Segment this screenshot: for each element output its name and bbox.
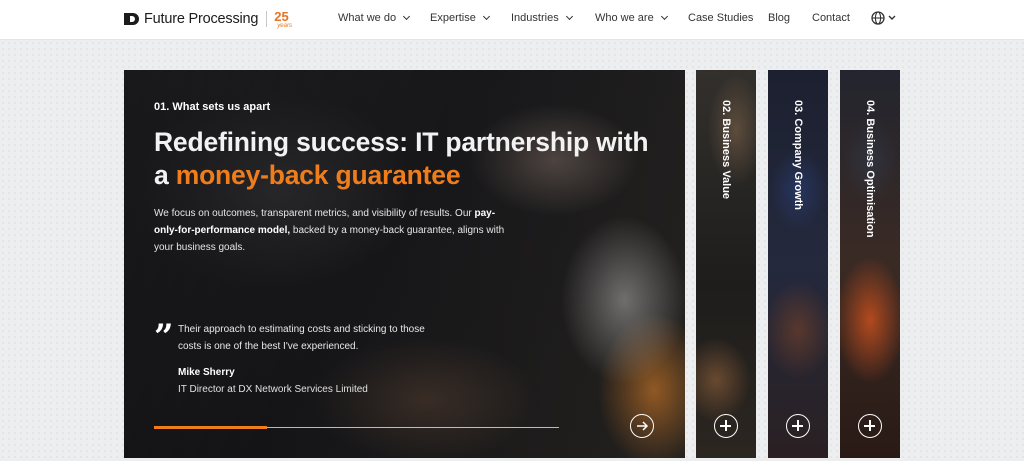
- plus-icon[interactable]: [714, 414, 738, 438]
- slide-progress-fill: [154, 426, 267, 429]
- tab-business-value[interactable]: 02. Business Value: [696, 70, 756, 458]
- chevron-down-icon: [482, 12, 490, 21]
- plus-icon[interactable]: [786, 414, 810, 438]
- anniversary-badge: 25 years: [274, 10, 292, 29]
- nav-expertise[interactable]: Expertise: [430, 11, 490, 25]
- site-header: Future Processing 25 years What we do Ex…: [0, 0, 1024, 40]
- tab-company-growth[interactable]: 03. Company Growth: [768, 70, 828, 458]
- nav-what-we-do[interactable]: What we do: [338, 11, 411, 25]
- brand-name: Future Processing: [144, 11, 259, 27]
- brand-logo[interactable]: Future Processing 25 years: [124, 8, 292, 30]
- testimonial-author: Mike Sherry: [178, 367, 235, 378]
- nav-label: What we do: [338, 12, 397, 24]
- arrow-right-icon: [637, 421, 649, 431]
- slide-eyebrow: 01. What sets us apart: [154, 101, 271, 113]
- nav-who-we-are[interactable]: Who we are: [595, 11, 668, 25]
- logo-divider: [266, 11, 268, 27]
- chevron-down-icon: [565, 12, 573, 21]
- slide-what-sets-us-apart: 01. What sets us apart Redefining succes…: [124, 70, 685, 458]
- globe-icon: [871, 11, 896, 25]
- logo-icon: [124, 13, 139, 25]
- quote-icon: ”: [154, 317, 174, 357]
- testimonial-quote: Their approach to estimating costs and s…: [178, 324, 425, 352]
- next-slide-button[interactable]: [630, 414, 654, 438]
- nav-label: Contact: [812, 12, 850, 24]
- plus-icon[interactable]: [858, 414, 882, 438]
- nav-contact[interactable]: Contact: [812, 11, 850, 25]
- tab-label: 02. Business Value: [720, 100, 732, 200]
- nav-industries[interactable]: Industries: [511, 11, 573, 25]
- slide-description: We focus on outcomes, transparent metric…: [154, 205, 514, 256]
- anniversary-number: 25: [274, 8, 289, 24]
- nav-label: Case Studies: [688, 12, 754, 24]
- nav-label: Industries: [511, 12, 559, 24]
- nav-case-studies[interactable]: Case Studies: [688, 11, 753, 25]
- language-selector[interactable]: [871, 11, 896, 25]
- description-text-1: We focus on outcomes, transparent metric…: [154, 208, 475, 219]
- anniversary-word: years: [277, 22, 292, 29]
- nav-blog[interactable]: Blog: [768, 11, 790, 25]
- nav-label: Who we are: [595, 12, 654, 24]
- tab-label: 03. Company Growth: [792, 100, 804, 211]
- chevron-down-icon: [403, 12, 411, 21]
- nav-label: Blog: [768, 12, 791, 24]
- nav-label: Expertise: [430, 12, 476, 24]
- tab-business-optimisation[interactable]: 04. Business Optimisation: [840, 70, 900, 458]
- headline-accent: money-back guarantee: [175, 160, 461, 190]
- testimonial-author-role: IT Director at DX Network Services Limit…: [178, 384, 368, 395]
- slide-headline: Redefining success: IT partnership with …: [154, 126, 654, 192]
- tab-label: 04. Business Optimisation: [864, 100, 876, 238]
- chevron-down-icon: [660, 12, 668, 21]
